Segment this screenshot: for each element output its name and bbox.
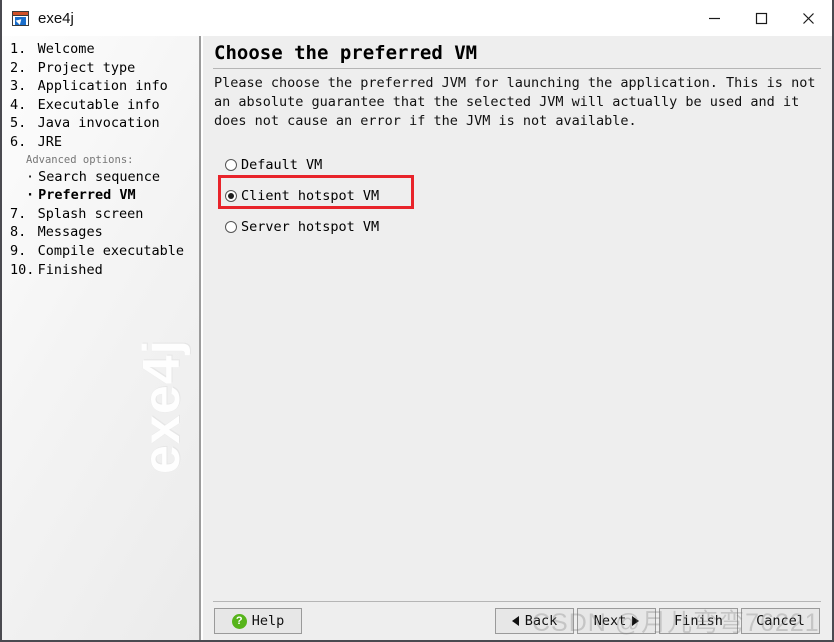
next-button-label: Next xyxy=(593,613,627,629)
step-label: Executable info xyxy=(37,96,160,113)
step-label: Finished xyxy=(37,261,103,278)
help-button[interactable]: ? Help xyxy=(214,608,302,634)
title-bar: exe4j xyxy=(2,0,832,36)
radio-label: Default VM xyxy=(241,156,323,173)
step-number: 1. xyxy=(10,41,27,57)
sidebar-step-messages[interactable]: 8. Messages xyxy=(2,223,201,242)
arrow-left-icon xyxy=(511,616,519,626)
sidebar-step-splash-screen[interactable]: 7. Splash screen xyxy=(2,205,201,224)
sidebar-step-search-sequence[interactable]: · Search sequence xyxy=(2,168,201,187)
step-number: 9. xyxy=(10,242,27,259)
page-title: Choose the preferred VM xyxy=(214,42,478,64)
radio-label: Client hotspot VM xyxy=(241,187,380,204)
sidebar-step-jre[interactable]: 6. JRE xyxy=(2,133,201,152)
back-button[interactable]: Back xyxy=(495,608,574,634)
sidebar-step-project-type[interactable]: 2. Project type xyxy=(2,59,201,78)
step-number: 3. xyxy=(10,78,27,95)
title-divider xyxy=(213,68,821,69)
arrow-right-icon xyxy=(632,616,640,626)
finish-button-label: Finish xyxy=(674,613,723,629)
step-label: Welcome xyxy=(37,41,95,57)
close-icon[interactable] xyxy=(785,0,832,36)
footer-divider xyxy=(213,601,821,602)
exe4j-sidebar-watermark: exe4j xyxy=(133,338,191,474)
exe4j-app-icon xyxy=(12,10,29,26)
step-label: Application info xyxy=(37,78,168,95)
sidebar-step-welcome[interactable]: 1. Welcome xyxy=(2,40,201,59)
step-number: 2. xyxy=(10,59,27,76)
sidebar-step-compile-executable[interactable]: 9. Compile executable xyxy=(2,242,201,261)
wizard-step-list: 1. Welcome 2. Project type 3. Application i… xyxy=(2,40,201,279)
window-controls xyxy=(691,0,832,36)
next-button[interactable]: Next xyxy=(577,608,656,634)
exe4j-wizard-window: exe4j 1. Welcome 2. Project type 3. Applica… xyxy=(0,0,834,642)
radio-option-client-hotspot-vm[interactable]: Client hotspot VM xyxy=(225,185,379,206)
step-label: Splash screen xyxy=(37,205,144,222)
window-title: exe4j xyxy=(38,9,74,27)
sidebar-step-application-info[interactable]: 3. Application info xyxy=(2,77,201,96)
finish-button[interactable]: Finish xyxy=(659,608,738,634)
radio-option-server-hotspot-vm[interactable]: Server hotspot VM xyxy=(225,216,379,237)
question-mark-icon: ? xyxy=(231,613,247,629)
sidebar-advanced-options-label: Advanced options: xyxy=(26,153,134,166)
step-label: Java invocation xyxy=(37,115,160,132)
step-label: JRE xyxy=(37,133,63,150)
sidebar-divider xyxy=(199,36,201,640)
cancel-button[interactable]: Cancel xyxy=(741,608,820,634)
step-label: Search sequence xyxy=(38,168,161,185)
radio-label: Server hotspot VM xyxy=(241,218,380,235)
radio-circle-icon xyxy=(225,189,237,202)
step-label: Preferred VM xyxy=(38,187,136,204)
page-description: Please choose the preferred JVM for laun… xyxy=(214,75,824,129)
help-button-label: Help xyxy=(251,613,285,629)
radio-circle-icon xyxy=(225,220,237,233)
radio-circle-icon xyxy=(225,158,237,171)
sidebar-step-executable-info[interactable]: 4. Executable info xyxy=(2,96,201,115)
step-number: 10. xyxy=(10,261,35,278)
step-label: Project type xyxy=(37,59,136,76)
radio-option-default-vm[interactable]: Default VM xyxy=(225,154,379,175)
preferred-vm-radio-group: Default VM Client hotspot VM Server hots… xyxy=(225,154,379,237)
bullet-icon: · xyxy=(26,168,35,185)
step-number: 6. xyxy=(10,133,27,150)
minimize-icon[interactable] xyxy=(691,0,738,36)
main-panel: Choose the preferred VM Please choose th… xyxy=(203,36,832,640)
step-label: Messages xyxy=(37,224,103,241)
maximize-icon[interactable] xyxy=(738,0,785,36)
step-number: 5. xyxy=(10,115,27,132)
step-label: Compile executable xyxy=(37,242,184,259)
wizard-step-sidebar: 1. Welcome 2. Project type 3. Application i… xyxy=(2,36,201,640)
step-number: 8. xyxy=(10,224,27,241)
step-number: 7. xyxy=(10,205,27,222)
back-button-label: Back xyxy=(524,613,558,629)
bullet-icon: · xyxy=(26,187,35,204)
sidebar-step-finished[interactable]: 10. Finished xyxy=(2,261,201,280)
sidebar-step-java-invocation[interactable]: 5. Java invocation xyxy=(2,114,201,133)
sidebar-step-preferred-vm[interactable]: · Preferred VM xyxy=(2,186,201,205)
wizard-button-bar: ? Help Back Next Finish Cancel xyxy=(203,608,832,640)
step-number: 4. xyxy=(10,96,27,113)
window-body: 1. Welcome 2. Project type 3. Application i… xyxy=(2,36,832,640)
cancel-button-label: Cancel xyxy=(756,613,805,629)
